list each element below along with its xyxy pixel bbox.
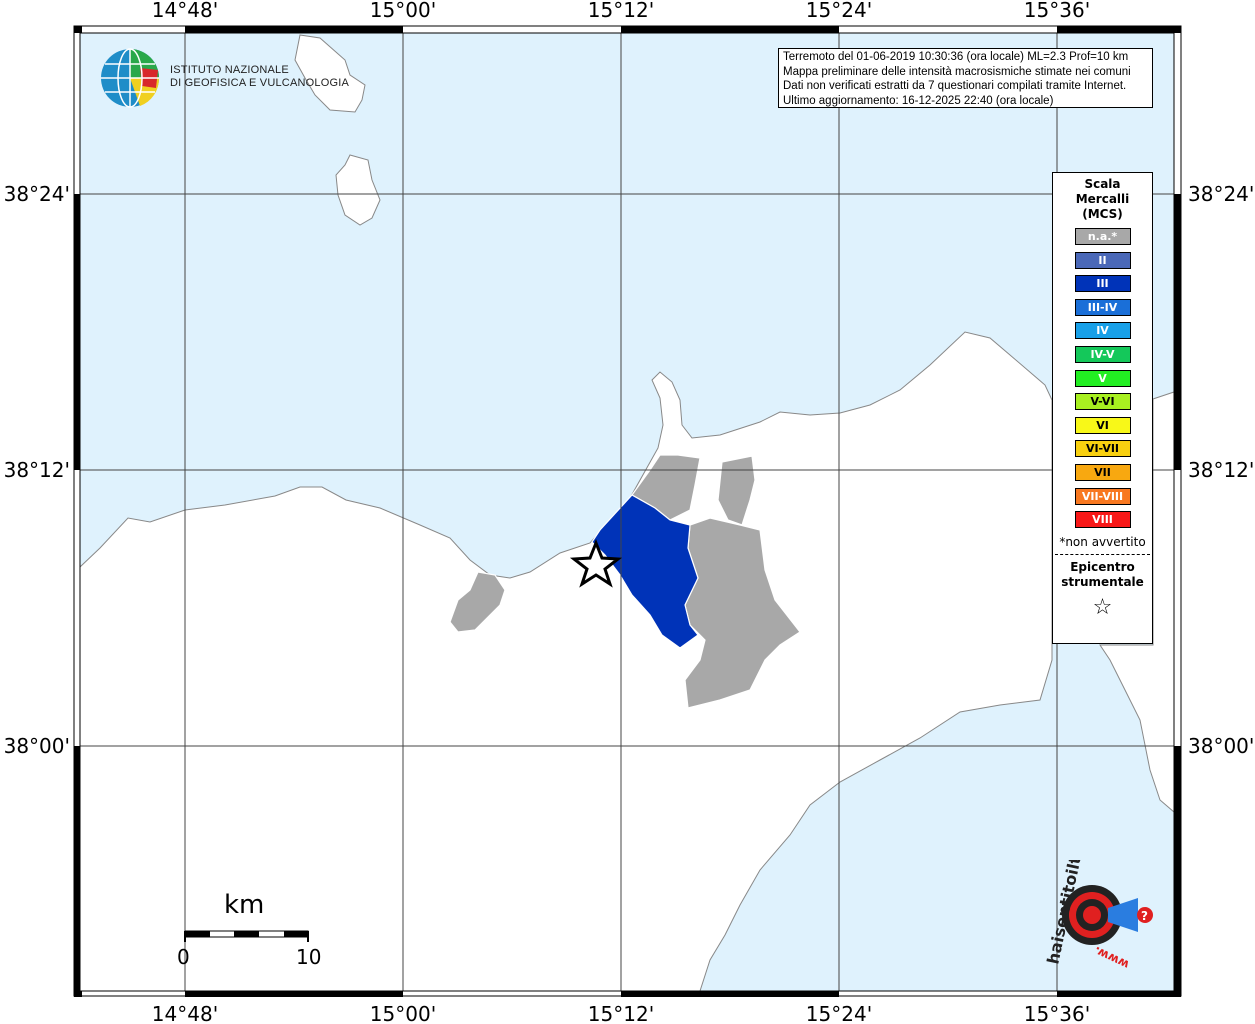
globe-icon	[101, 48, 160, 108]
hsi-question: ?	[1141, 909, 1148, 923]
legend-swatch: VIII	[1074, 511, 1131, 529]
lon-label-top: 15°00'	[370, 0, 436, 22]
legend-swatch: II	[1074, 251, 1131, 269]
ingv-name: ISTITUTO NAZIONALE DI GEOFISICA E VULCAN…	[170, 64, 349, 90]
ingv-name-line1: ISTITUTO NAZIONALE	[170, 64, 289, 76]
legend-swatches: n.a.* II III III-IV IV IV-V V V-VI VI VI-VII VII VI…	[1053, 228, 1152, 529]
legend-epicenter-label: Epicentro strumentale	[1061, 559, 1144, 589]
legend-star-icon: ☆	[1092, 594, 1113, 620]
lon-label-top: 15°24'	[806, 0, 872, 22]
legend-swatch: VI-VII	[1074, 440, 1131, 458]
lat-label-right: 38°12'	[1188, 458, 1254, 482]
lat-label-right: 38°00'	[1188, 734, 1254, 758]
legend-swatch: III-IV	[1074, 298, 1131, 316]
event-info-box: Terremoto del 01-06-2019 10:30:36 (ora l…	[778, 48, 1153, 108]
legend-swatch: V-VI	[1074, 393, 1131, 411]
legend-swatch: VII-VIII	[1074, 487, 1131, 505]
info-line-1: Terremoto del 01-06-2019 10:30:36 (ora l…	[783, 51, 1129, 63]
lon-label-top: 15°12'	[588, 0, 654, 22]
legend-swatch: VII	[1074, 463, 1131, 481]
legend-separator	[1055, 553, 1150, 555]
scale-label-ten: 10	[296, 945, 322, 969]
legend-swatch: V	[1074, 369, 1131, 387]
lat-label-right: 38°24'	[1188, 182, 1254, 206]
haisentito-logo: ? haisentitoilterremoto.it www.	[1030, 753, 1170, 980]
lat-label-left: 38°24'	[4, 182, 70, 206]
lon-label-bottom: 15°00'	[370, 1002, 436, 1024]
info-line-4: Ultimo aggiornamento: 16-12-2025 22:40 (…	[783, 94, 1054, 107]
legend-note: *non avvertito	[1059, 534, 1146, 549]
lon-label-bottom: 15°24'	[806, 1002, 872, 1024]
info-line-2: Mappa preliminare delle intensità macros…	[783, 65, 1131, 78]
lat-label-left: 38°12'	[4, 458, 70, 482]
mcs-legend: Scala Mercalli (MCS) n.a.* II III III-IV IV I…	[1052, 172, 1153, 644]
hsi-www: www.	[1092, 944, 1132, 972]
lon-label-bottom: 14°48'	[152, 1002, 218, 1024]
legend-swatch: VI	[1074, 416, 1131, 434]
lon-label-bottom: 15°36'	[1024, 1002, 1090, 1024]
lon-label-bottom: 15°12'	[588, 1002, 654, 1024]
legend-swatch: IV	[1074, 322, 1131, 340]
scale-label-zero: 0	[177, 945, 190, 969]
legend-swatch: III	[1074, 275, 1131, 293]
legend-swatch: IV-V	[1074, 345, 1131, 363]
scale-title: km	[224, 890, 265, 920]
lon-label-top: 15°36'	[1024, 0, 1090, 22]
ingv-name-line2: DI GEOFISICA E VULCANOLOGIA	[170, 77, 349, 89]
lon-label-top: 14°48'	[152, 0, 218, 22]
lat-label-left: 38°00'	[4, 734, 70, 758]
legend-title: Scala Mercalli (MCS)	[1075, 177, 1130, 221]
legend-swatch: n.a.*	[1074, 228, 1131, 245]
info-line-3: Dati non verificati estratti da 7 questi…	[783, 80, 1127, 92]
